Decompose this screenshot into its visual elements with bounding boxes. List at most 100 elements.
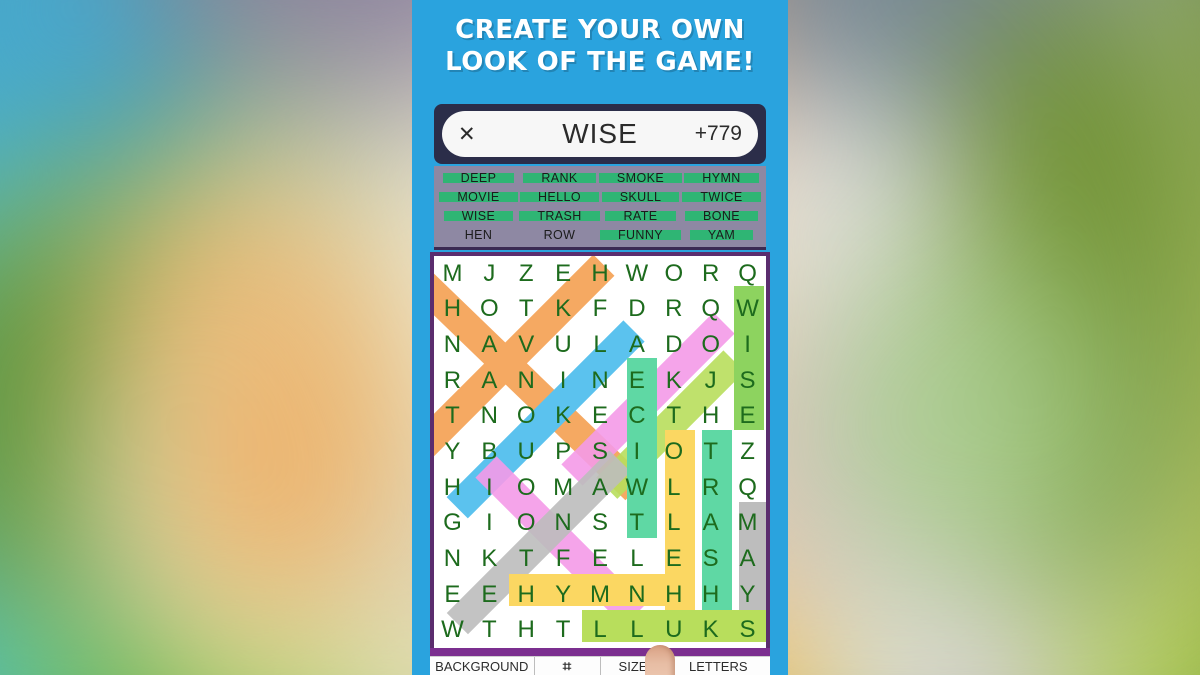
grid-cell[interactable]: C bbox=[618, 399, 655, 435]
grid-cell[interactable]: L bbox=[582, 612, 619, 648]
grid-cell[interactable]: F bbox=[545, 541, 582, 577]
grid-cell[interactable]: N bbox=[508, 363, 545, 399]
grid-cell[interactable]: U bbox=[508, 434, 545, 470]
grid-cell[interactable]: H bbox=[434, 292, 471, 328]
grid-cell[interactable]: T bbox=[508, 541, 545, 577]
grid-cell[interactable]: L bbox=[655, 470, 692, 506]
grid-cell[interactable]: S bbox=[729, 363, 766, 399]
grid-cell[interactable]: U bbox=[545, 327, 582, 363]
grid-cell[interactable]: N bbox=[434, 541, 471, 577]
grid-cell[interactable]: A bbox=[692, 505, 729, 541]
grid-cell[interactable]: S bbox=[582, 505, 619, 541]
grid-cell[interactable]: O bbox=[655, 434, 692, 470]
grid-cell[interactable]: K bbox=[692, 612, 729, 648]
grid-cell[interactable]: H bbox=[508, 612, 545, 648]
grid-cell[interactable]: K bbox=[545, 292, 582, 328]
grid-cell[interactable]: Z bbox=[729, 434, 766, 470]
grid-cell[interactable]: K bbox=[545, 399, 582, 435]
grid-cell[interactable]: V bbox=[508, 327, 545, 363]
grid-cell[interactable]: L bbox=[618, 612, 655, 648]
hash-icon[interactable]: ⌗ bbox=[535, 656, 601, 675]
grid-cell[interactable]: J bbox=[692, 363, 729, 399]
grid-cell[interactable]: R bbox=[655, 292, 692, 328]
grid-cell[interactable]: N bbox=[618, 577, 655, 613]
grid-cell[interactable]: L bbox=[655, 505, 692, 541]
grid-cell[interactable]: H bbox=[434, 470, 471, 506]
grid-cell[interactable]: W bbox=[618, 256, 655, 292]
grid-cell[interactable]: F bbox=[582, 292, 619, 328]
toolbar-background-button[interactable]: BACKGROUND bbox=[430, 656, 535, 675]
toolbar-letters-button[interactable]: LETTERS bbox=[667, 657, 771, 675]
grid-cell[interactable]: D bbox=[618, 292, 655, 328]
grid-cell[interactable]: T bbox=[618, 505, 655, 541]
grid-cell[interactable]: O bbox=[508, 470, 545, 506]
grid-cell[interactable]: Q bbox=[729, 470, 766, 506]
grid-cell[interactable]: E bbox=[729, 399, 766, 435]
grid-cell[interactable]: J bbox=[471, 256, 508, 292]
grid-cell[interactable]: M bbox=[582, 577, 619, 613]
grid-cell[interactable]: K bbox=[655, 363, 692, 399]
grid-cell[interactable]: M bbox=[729, 505, 766, 541]
grid-cell[interactable]: Y bbox=[434, 434, 471, 470]
grid-cell[interactable]: E bbox=[582, 541, 619, 577]
grid-cell[interactable]: E bbox=[655, 541, 692, 577]
grid-cell[interactable]: U bbox=[655, 612, 692, 648]
grid-cell[interactable]: E bbox=[582, 399, 619, 435]
grid-cell[interactable]: E bbox=[434, 577, 471, 613]
grid-cell[interactable]: O bbox=[508, 399, 545, 435]
grid-cell[interactable]: R bbox=[692, 470, 729, 506]
grid-cell[interactable]: N bbox=[471, 399, 508, 435]
grid-cell[interactable]: D bbox=[655, 327, 692, 363]
grid-cell[interactable]: W bbox=[618, 470, 655, 506]
grid-cell[interactable]: T bbox=[692, 434, 729, 470]
grid-cell[interactable]: R bbox=[692, 256, 729, 292]
grid-cell[interactable]: H bbox=[508, 577, 545, 613]
grid-cell[interactable]: L bbox=[618, 541, 655, 577]
grid-cell[interactable]: S bbox=[582, 434, 619, 470]
grid-cell[interactable]: T bbox=[655, 399, 692, 435]
grid-cell[interactable]: Q bbox=[692, 292, 729, 328]
grid-cell[interactable]: I bbox=[471, 505, 508, 541]
grid-cell[interactable]: T bbox=[545, 612, 582, 648]
grid-cell[interactable]: E bbox=[545, 256, 582, 292]
grid-cell[interactable]: K bbox=[471, 541, 508, 577]
grid-cell[interactable]: A bbox=[471, 327, 508, 363]
grid-cell[interactable]: S bbox=[729, 612, 766, 648]
grid-cell[interactable]: G bbox=[434, 505, 471, 541]
grid-cell[interactable]: Z bbox=[508, 256, 545, 292]
grid-cell[interactable]: A bbox=[618, 327, 655, 363]
grid-cell[interactable]: N bbox=[434, 327, 471, 363]
grid-cell[interactable]: N bbox=[582, 363, 619, 399]
grid-cell[interactable]: W bbox=[434, 612, 471, 648]
puzzle-grid[interactable]: MJZEHWORQHOTKFDRQWNAVULADOIRANINEKJSTNOK… bbox=[430, 252, 770, 652]
grid-cell[interactable]: N bbox=[545, 505, 582, 541]
grid-cell[interactable]: W bbox=[729, 292, 766, 328]
grid-cell[interactable]: I bbox=[729, 327, 766, 363]
grid-cell[interactable]: L bbox=[582, 327, 619, 363]
grid-cell[interactable]: H bbox=[692, 399, 729, 435]
grid-cell[interactable]: I bbox=[618, 434, 655, 470]
grid-cell[interactable]: H bbox=[582, 256, 619, 292]
grid-cell[interactable]: O bbox=[692, 327, 729, 363]
grid-cell[interactable]: T bbox=[508, 292, 545, 328]
grid-cell[interactable]: M bbox=[545, 470, 582, 506]
grid-cell[interactable]: O bbox=[508, 505, 545, 541]
grid-cell[interactable]: S bbox=[692, 541, 729, 577]
current-word-pill[interactable]: ✕ WISE +779 bbox=[442, 111, 758, 157]
grid-cell[interactable]: O bbox=[655, 256, 692, 292]
grid-cell[interactable]: E bbox=[618, 363, 655, 399]
grid-cell[interactable]: A bbox=[582, 470, 619, 506]
grid-cell[interactable]: A bbox=[729, 541, 766, 577]
grid-cell[interactable]: M bbox=[434, 256, 471, 292]
grid-cell[interactable]: I bbox=[471, 470, 508, 506]
grid-cell[interactable]: T bbox=[434, 399, 471, 435]
grid-cell[interactable]: R bbox=[434, 363, 471, 399]
grid-cell[interactable]: P bbox=[545, 434, 582, 470]
grid-cell[interactable]: Q bbox=[729, 256, 766, 292]
grid-cell[interactable]: T bbox=[471, 612, 508, 648]
grid-cell[interactable]: A bbox=[471, 363, 508, 399]
grid-cell[interactable]: O bbox=[471, 292, 508, 328]
grid-cell[interactable]: I bbox=[545, 363, 582, 399]
grid-cell[interactable]: B bbox=[471, 434, 508, 470]
grid-cell[interactable]: Y bbox=[545, 577, 582, 613]
